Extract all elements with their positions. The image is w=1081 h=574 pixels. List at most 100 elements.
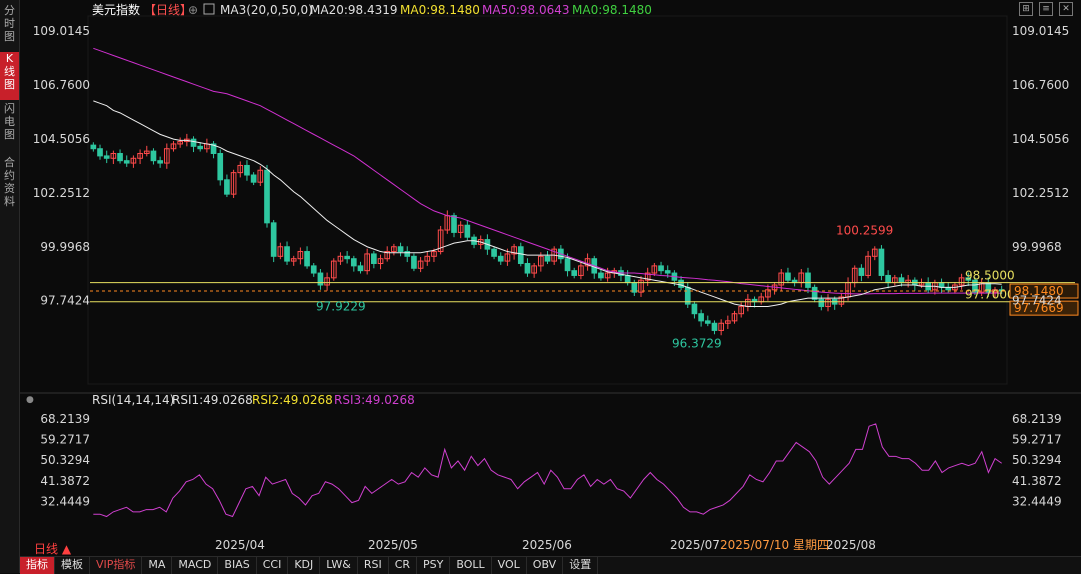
candle-body <box>624 274 631 284</box>
indicator-item[interactable]: 指标 <box>20 557 55 574</box>
date-tick: 2025/07 <box>670 538 720 552</box>
window-controls: ⊞ ≡ ✕ <box>1019 2 1073 16</box>
date-tick: 2025/05 <box>368 538 418 552</box>
rsi-tick-left: 50.3294 <box>40 453 90 467</box>
indicator-item[interactable]: BOLL <box>450 557 492 574</box>
candle-body <box>571 270 578 276</box>
candle-body <box>157 160 163 164</box>
candle-body <box>818 298 825 308</box>
settings-icon[interactable]: ⊕ <box>188 3 198 17</box>
candle-body <box>598 272 604 279</box>
period-selector[interactable]: 日线 ▲ <box>34 540 71 557</box>
ma0b-value: MA0:98.1480 <box>572 3 652 17</box>
indicator-item[interactable]: KDJ <box>288 557 321 574</box>
close-icon[interactable]: ✕ <box>1059 2 1073 16</box>
price-tick-left: 109.0145 <box>33 24 90 38</box>
period-badge[interactable]: 【日线】 <box>144 3 192 17</box>
rsi-tick-right: 41.3872 <box>1012 474 1062 488</box>
indicator-item[interactable]: PSY <box>417 557 451 574</box>
candle-body <box>451 215 457 233</box>
candle-body <box>344 255 350 260</box>
price-tick-left: 99.9968 <box>40 240 90 254</box>
candle-body <box>704 320 711 324</box>
indicator-item[interactable]: BIAS <box>218 557 257 574</box>
support-line-label: 97.7000 <box>965 288 1015 302</box>
candle-body <box>524 262 531 274</box>
candle-body <box>310 265 317 274</box>
indicator-item[interactable]: LW& <box>320 557 358 574</box>
indicator-bar: 指标 模板 VIP指标 MA MACD BIAS CCI KDJ LW& RSI CR PSY BOLL… <box>20 556 1081 574</box>
rsi-tick-left: 41.3872 <box>40 474 90 488</box>
price-tick-left: 102.2512 <box>33 186 90 200</box>
candle-body <box>885 274 891 284</box>
rsi-line <box>93 423 1002 518</box>
side-tabs: 分时图 K线图 闪电图 合约资料 <box>0 0 20 573</box>
candle-body <box>350 258 357 267</box>
ma-toggle-icon[interactable] <box>203 3 215 15</box>
candle-body <box>371 253 377 264</box>
candle-body <box>190 138 197 147</box>
rsi-tick-right: 59.2717 <box>1012 432 1062 446</box>
restore-icon[interactable]: ⊞ <box>1019 2 1033 16</box>
candle-body <box>217 153 224 181</box>
rsi3-value: RSI3:49.0268 <box>334 393 415 407</box>
indicator-item[interactable]: 模板 <box>55 557 90 574</box>
candle-body <box>805 272 811 288</box>
hover-date: 2025/07/10 星期四 <box>720 538 829 552</box>
candle-body <box>544 255 551 262</box>
kline-chart[interactable]: 98.500097.7000 98.148097.7669 100.259997.… <box>20 0 1081 556</box>
indicator-item[interactable]: RSI <box>358 557 389 574</box>
price-tick-left: 104.5056 <box>33 132 90 146</box>
collapse-icon[interactable]: ● <box>26 395 34 405</box>
price-tick-right: 109.0145 <box>1012 24 1069 38</box>
tab-timeshare[interactable]: 分时图 <box>0 4 19 44</box>
candle-body <box>103 155 110 159</box>
indicator-item[interactable]: CR <box>389 557 418 574</box>
date-tick: 2025/04 <box>215 538 265 552</box>
tab-kline[interactable]: K线图 <box>0 52 19 100</box>
indicator-item[interactable]: VIP指标 <box>90 557 143 574</box>
tab-flash[interactable]: 闪电图 <box>0 102 19 154</box>
candle-body <box>97 148 103 157</box>
rsi1-value: RSI1:49.0268 <box>172 393 253 407</box>
price-tick-right: 99.9968 <box>1012 240 1062 254</box>
rsi-name: RSI(14,14,14) <box>92 393 174 407</box>
price-extreme-label: 97.9229 <box>316 299 366 313</box>
candle-body <box>250 174 257 183</box>
candle-body <box>411 255 417 269</box>
price-tick-right: 97.7424 <box>1012 294 1062 308</box>
horizontal-lines: 98.500097.7000 98.148097.7669 <box>90 269 1079 316</box>
candle-body <box>244 164 250 176</box>
ma20-value: MA20:98.4319 <box>310 3 398 17</box>
candle-body <box>284 246 290 262</box>
candle-body <box>491 248 497 257</box>
date-tick: 2025/08 <box>826 538 876 552</box>
instrument-title: 美元指数 <box>92 2 140 17</box>
price-tick-left: 97.7424 <box>40 294 90 308</box>
candle-body <box>357 265 364 272</box>
candle-body <box>264 169 270 224</box>
indicator-item[interactable]: MA <box>142 557 173 574</box>
indicator-item[interactable]: VOL <box>492 557 527 574</box>
indicator-item[interactable]: 设置 <box>563 557 599 574</box>
candle-body <box>711 322 718 331</box>
candle-body <box>691 303 698 315</box>
indicator-item[interactable]: CCI <box>257 557 289 574</box>
candle-body <box>304 251 310 267</box>
candle-body <box>397 246 404 253</box>
ma0a-value: MA0:98.1480 <box>400 3 480 17</box>
candle-body <box>858 267 865 276</box>
candle-body <box>317 272 324 286</box>
indicator-item[interactable]: MACD <box>172 557 219 574</box>
price-axis: 109.0145 109.0145 106.7600 106.7600 104.5056… <box>33 24 1070 308</box>
indicator-item[interactable]: OBV <box>527 557 564 574</box>
list-icon[interactable]: ≡ <box>1039 2 1053 16</box>
ma50-value: MA50:98.0643 <box>482 3 570 17</box>
price-tick-left: 106.7600 <box>33 78 90 92</box>
main-grid <box>87 15 1008 385</box>
price-tick-right: 106.7600 <box>1012 78 1069 92</box>
tab-contract-info[interactable]: 合约资料 <box>0 156 19 216</box>
candle-body <box>117 153 123 162</box>
candle-body <box>464 224 471 238</box>
candle-body <box>517 246 524 264</box>
